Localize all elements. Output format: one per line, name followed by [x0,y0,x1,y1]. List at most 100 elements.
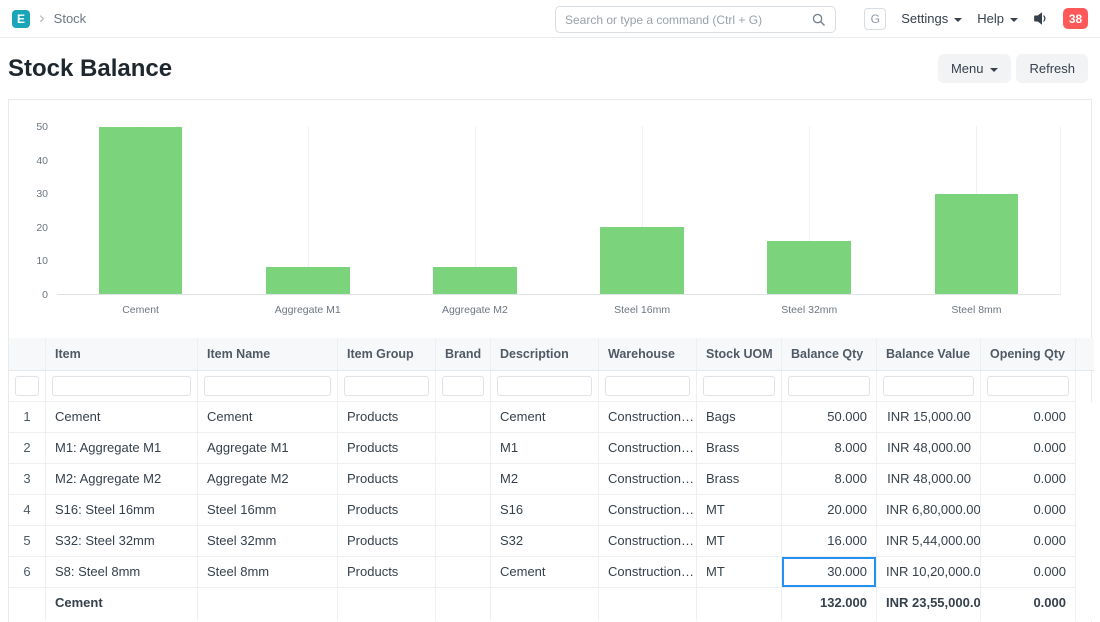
filter-input-balance-value[interactable] [883,376,974,396]
cell-balance-qty[interactable]: 8.000 [782,464,877,495]
row-index[interactable]: 3 [9,464,46,495]
refresh-button[interactable]: Refresh [1016,54,1088,83]
header-balance-value[interactable]: Balance Value [877,338,981,371]
erpnext-logo[interactable]: E [12,10,30,28]
announcement-icon[interactable] [1033,11,1048,26]
header-item-group[interactable]: Item Group [338,338,436,371]
row-index[interactable]: 1 [9,402,46,433]
cell-item-name[interactable]: Steel 8mm [198,557,338,588]
cell-balance-value[interactable]: INR 48,000.00 [877,433,981,464]
cell-description[interactable]: Cement [491,557,599,588]
filter-input-item-group[interactable] [344,376,429,396]
cell-description[interactable]: Cement [491,402,599,433]
filter-input-stock-uom[interactable] [703,376,775,396]
filter-input-description[interactable] [497,376,592,396]
row-index[interactable]: 6 [9,557,46,588]
cell-warehouse[interactable]: Construction… [599,526,697,557]
cell-balance-qty[interactable]: 8.000 [782,433,877,464]
chart-bar[interactable] [433,267,517,294]
cell-item-group[interactable]: Products [338,464,436,495]
cell-brand[interactable] [436,464,491,495]
header-description[interactable]: Description [491,338,599,371]
row-index[interactable]: 5 [9,526,46,557]
cell-item[interactable]: S16: Steel 16mm [46,495,198,526]
chart-bar[interactable] [600,227,684,294]
chart-bar[interactable] [266,267,350,294]
header-balance-qty[interactable]: Balance Qty [782,338,877,371]
filter-input-item[interactable] [52,376,191,396]
shortcut-key-badge[interactable]: G [864,8,886,30]
header-item[interactable]: Item [46,338,198,371]
cell-opening-qty[interactable]: 0.000 [981,557,1076,588]
cell-item-group[interactable]: Products [338,557,436,588]
cell-brand[interactable] [436,557,491,588]
cell-stock-uom[interactable]: MT [697,557,782,588]
cell-balance-value[interactable]: INR 48,000.00 [877,464,981,495]
settings-dropdown[interactable]: Settings [901,11,962,26]
cell-item[interactable]: S8: Steel 8mm [46,557,198,588]
cell-brand[interactable] [436,402,491,433]
chart-bar[interactable] [99,127,183,294]
cell-stock-uom[interactable]: Bags [697,402,782,433]
cell-warehouse[interactable]: Construction… [599,464,697,495]
help-dropdown[interactable]: Help [977,11,1018,26]
header-warehouse[interactable]: Warehouse [599,338,697,371]
cell-item-name[interactable]: Steel 32mm [198,526,338,557]
filter-input-opening-qty[interactable] [987,376,1069,396]
cell-opening-qty[interactable]: 0.000 [981,433,1076,464]
filter-input-brand[interactable] [442,376,484,396]
search-input[interactable] [565,13,811,27]
cell-balance-value[interactable]: INR 5,44,000.00 [877,526,981,557]
cell-item-group[interactable]: Products [338,402,436,433]
header-opening-qty[interactable]: Opening Qty [981,338,1076,371]
cell-item-group[interactable]: Products [338,495,436,526]
cell-item[interactable]: M1: Aggregate M1 [46,433,198,464]
row-index[interactable]: 4 [9,495,46,526]
cell-brand[interactable] [436,433,491,464]
cell-item-name[interactable]: Steel 16mm [198,495,338,526]
cell-description[interactable]: S16 [491,495,599,526]
cell-opening-qty[interactable]: 0.000 [981,495,1076,526]
notification-badge[interactable]: 38 [1063,8,1088,29]
menu-button[interactable]: Menu [938,54,1012,83]
cell-item-name[interactable]: Cement [198,402,338,433]
cell-balance-qty[interactable]: 30.000 [782,557,877,588]
chart-bar[interactable] [935,194,1019,294]
chart-bar[interactable] [767,241,851,294]
cell-stock-uom[interactable]: MT [697,495,782,526]
cell-opening-qty[interactable]: 0.000 [981,464,1076,495]
cell-opening-qty[interactable]: 0.000 [981,402,1076,433]
cell-warehouse[interactable]: Construction… [599,557,697,588]
cell-item-group[interactable]: Products [338,433,436,464]
header-brand[interactable]: Brand [436,338,491,371]
cell-stock-uom[interactable]: MT [697,526,782,557]
cell-brand[interactable] [436,526,491,557]
cell-description[interactable]: S32 [491,526,599,557]
cell-balance-value[interactable]: INR 15,000.00 [877,402,981,433]
cell-balance-qty[interactable]: 20.000 [782,495,877,526]
row-index[interactable]: 2 [9,433,46,464]
filter-input-balance-qty[interactable] [788,376,870,396]
filter-input-warehouse[interactable] [605,376,690,396]
cell-balance-qty[interactable]: 16.000 [782,526,877,557]
cell-warehouse[interactable]: Construction… [599,402,697,433]
cell-description[interactable]: M2 [491,464,599,495]
cell-item[interactable]: S32: Steel 32mm [46,526,198,557]
cell-item[interactable]: M2: Aggregate M2 [46,464,198,495]
cell-item[interactable]: Cement [46,402,198,433]
header-row-index[interactable] [9,338,46,371]
cell-warehouse[interactable]: Construction… [599,495,697,526]
breadcrumb[interactable]: Stock [54,11,87,26]
cell-balance-qty[interactable]: 50.000 [782,402,877,433]
cell-description[interactable]: M1 [491,433,599,464]
global-search-bar[interactable] [555,6,836,33]
cell-balance-value[interactable]: INR 6,80,000.00 [877,495,981,526]
cell-stock-uom[interactable]: Brass [697,464,782,495]
cell-item-name[interactable]: Aggregate M1 [198,433,338,464]
filter-input-row-index[interactable] [15,376,39,396]
header-item-name[interactable]: Item Name [198,338,338,371]
cell-warehouse[interactable]: Construction… [599,433,697,464]
cell-stock-uom[interactable]: Brass [697,433,782,464]
header-stock-uom[interactable]: Stock UOM [697,338,782,371]
cell-item-name[interactable]: Aggregate M2 [198,464,338,495]
